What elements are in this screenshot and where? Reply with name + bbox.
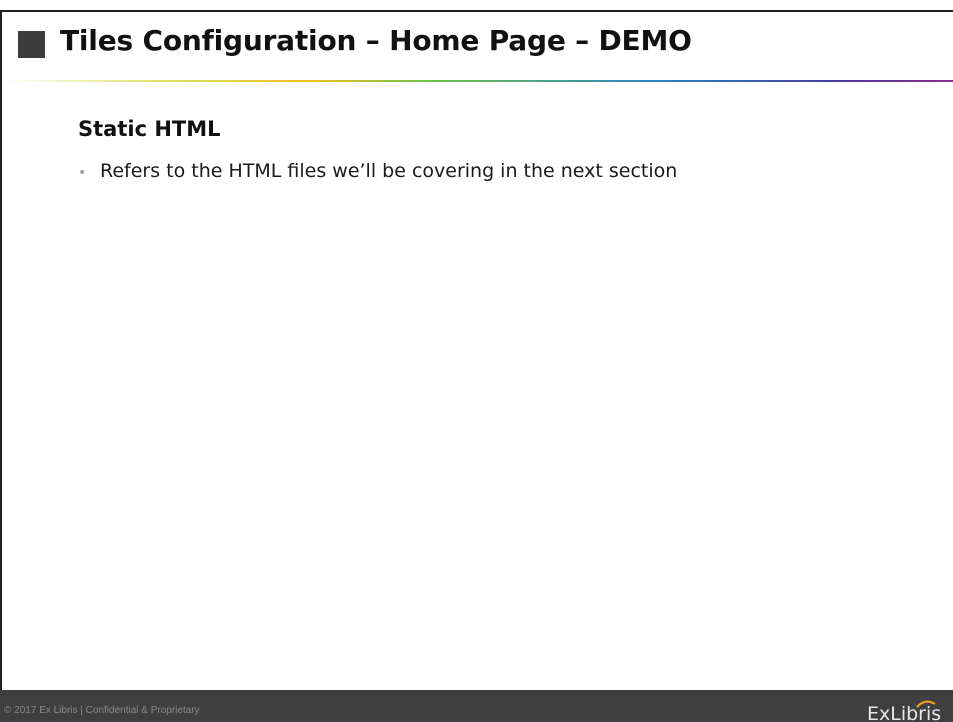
section-heading: Static HTML: [78, 117, 221, 141]
footer-bar: © 2017 Ex Libris | Confidential & Propri…: [0, 690, 953, 722]
bullet-item: • Refers to the HTML files we’ll be cove…: [78, 160, 677, 182]
bullet-icon: •: [78, 165, 87, 181]
slide-top-border: [0, 10, 953, 12]
exlibris-logo: ExLibris: [867, 700, 941, 722]
bullet-list: • Refers to the HTML files we’ll be cove…: [78, 160, 677, 182]
title-marker-square: [18, 31, 45, 58]
logo-wordmark: ExLibris: [867, 703, 941, 722]
footer-copyright: © 2017 Ex Libris | Confidential & Propri…: [4, 705, 200, 716]
slide: Tiles Configuration – Home Page – DEMO S…: [0, 0, 953, 722]
bullet-text: Refers to the HTML files we’ll be coveri…: [100, 160, 678, 182]
slide-title: Tiles Configuration – Home Page – DEMO: [60, 24, 692, 57]
slide-left-border: [0, 10, 2, 690]
title-rainbow-divider: [2, 80, 953, 82]
